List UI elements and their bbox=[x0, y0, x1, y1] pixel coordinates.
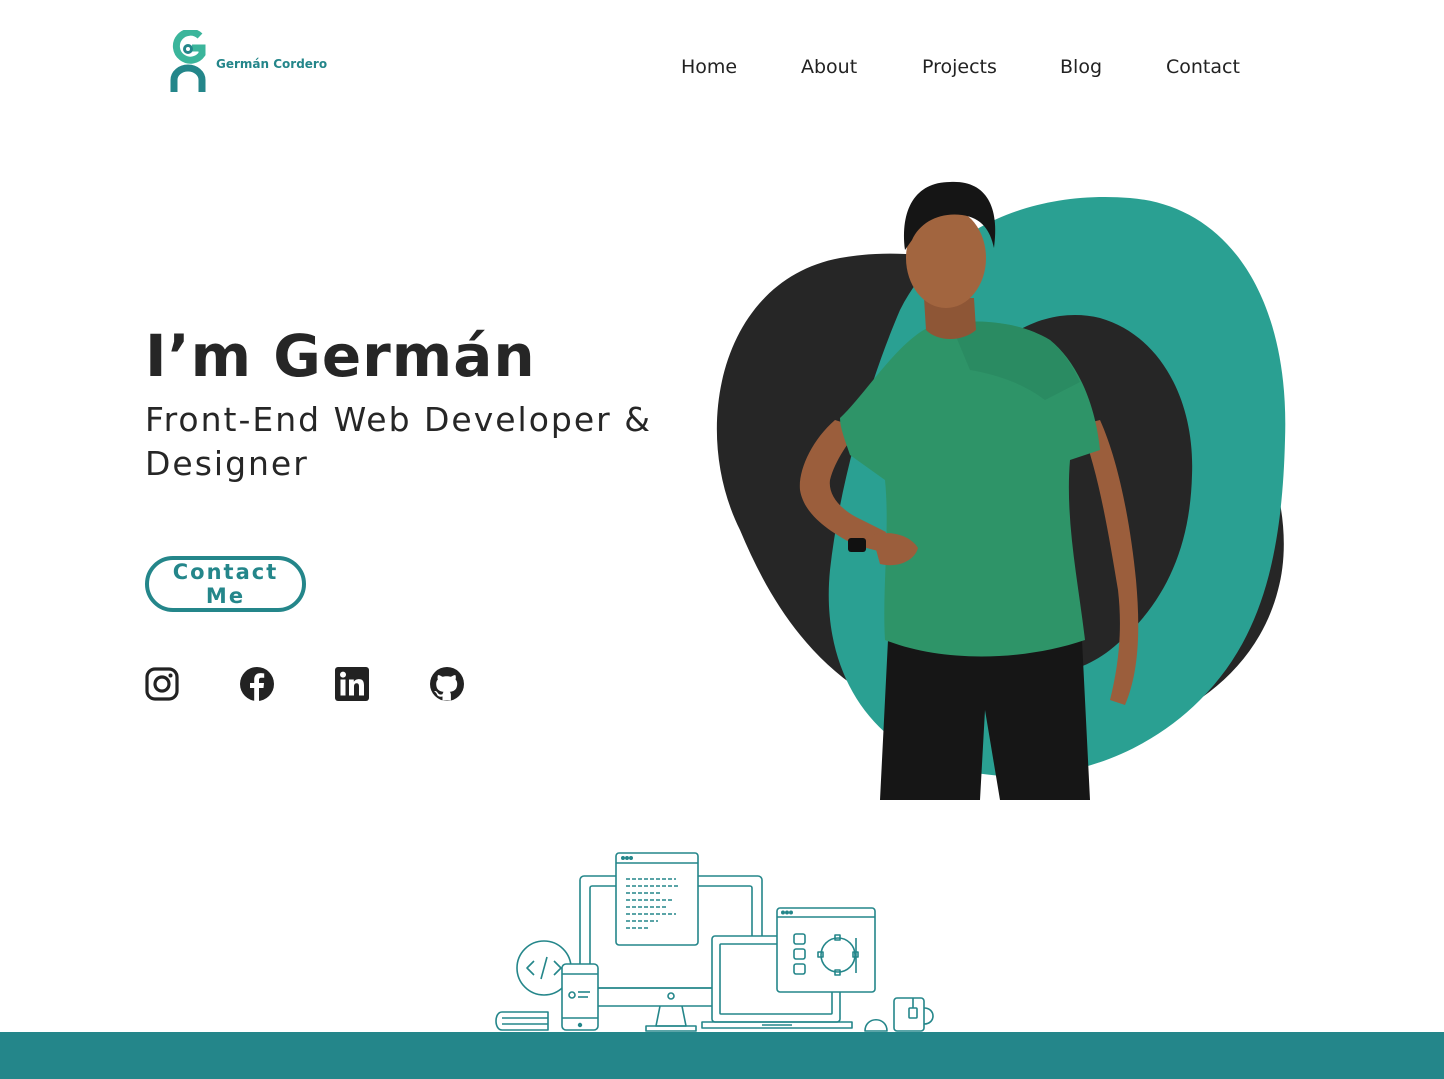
github-link[interactable] bbox=[429, 666, 465, 702]
nav-link-contact[interactable]: Contact bbox=[1166, 56, 1240, 78]
linkedin-icon bbox=[335, 667, 369, 701]
instagram-icon bbox=[145, 667, 179, 701]
facebook-link[interactable] bbox=[239, 666, 275, 702]
github-icon bbox=[430, 667, 464, 701]
nav-link-projects[interactable]: Projects bbox=[922, 56, 997, 78]
hero-title: I’m Germán bbox=[145, 322, 536, 390]
linkedin-link[interactable] bbox=[334, 666, 370, 702]
nav-link-blog[interactable]: Blog bbox=[1060, 56, 1102, 78]
hero-portrait bbox=[716, 181, 1286, 800]
developer-setup-illustration bbox=[495, 852, 934, 1032]
nav-link-about[interactable]: About bbox=[801, 56, 857, 78]
main-nav: Home About Projects Blog Contact bbox=[0, 56, 1444, 86]
hero-subtitle: Front-End Web Developer & Designer bbox=[145, 400, 652, 483]
footer-band bbox=[0, 1032, 1444, 1079]
facebook-icon bbox=[240, 667, 274, 702]
contact-me-button[interactable]: Contact Me bbox=[145, 556, 306, 612]
instagram-link[interactable] bbox=[144, 666, 180, 702]
nav-link-home[interactable]: Home bbox=[681, 56, 737, 78]
